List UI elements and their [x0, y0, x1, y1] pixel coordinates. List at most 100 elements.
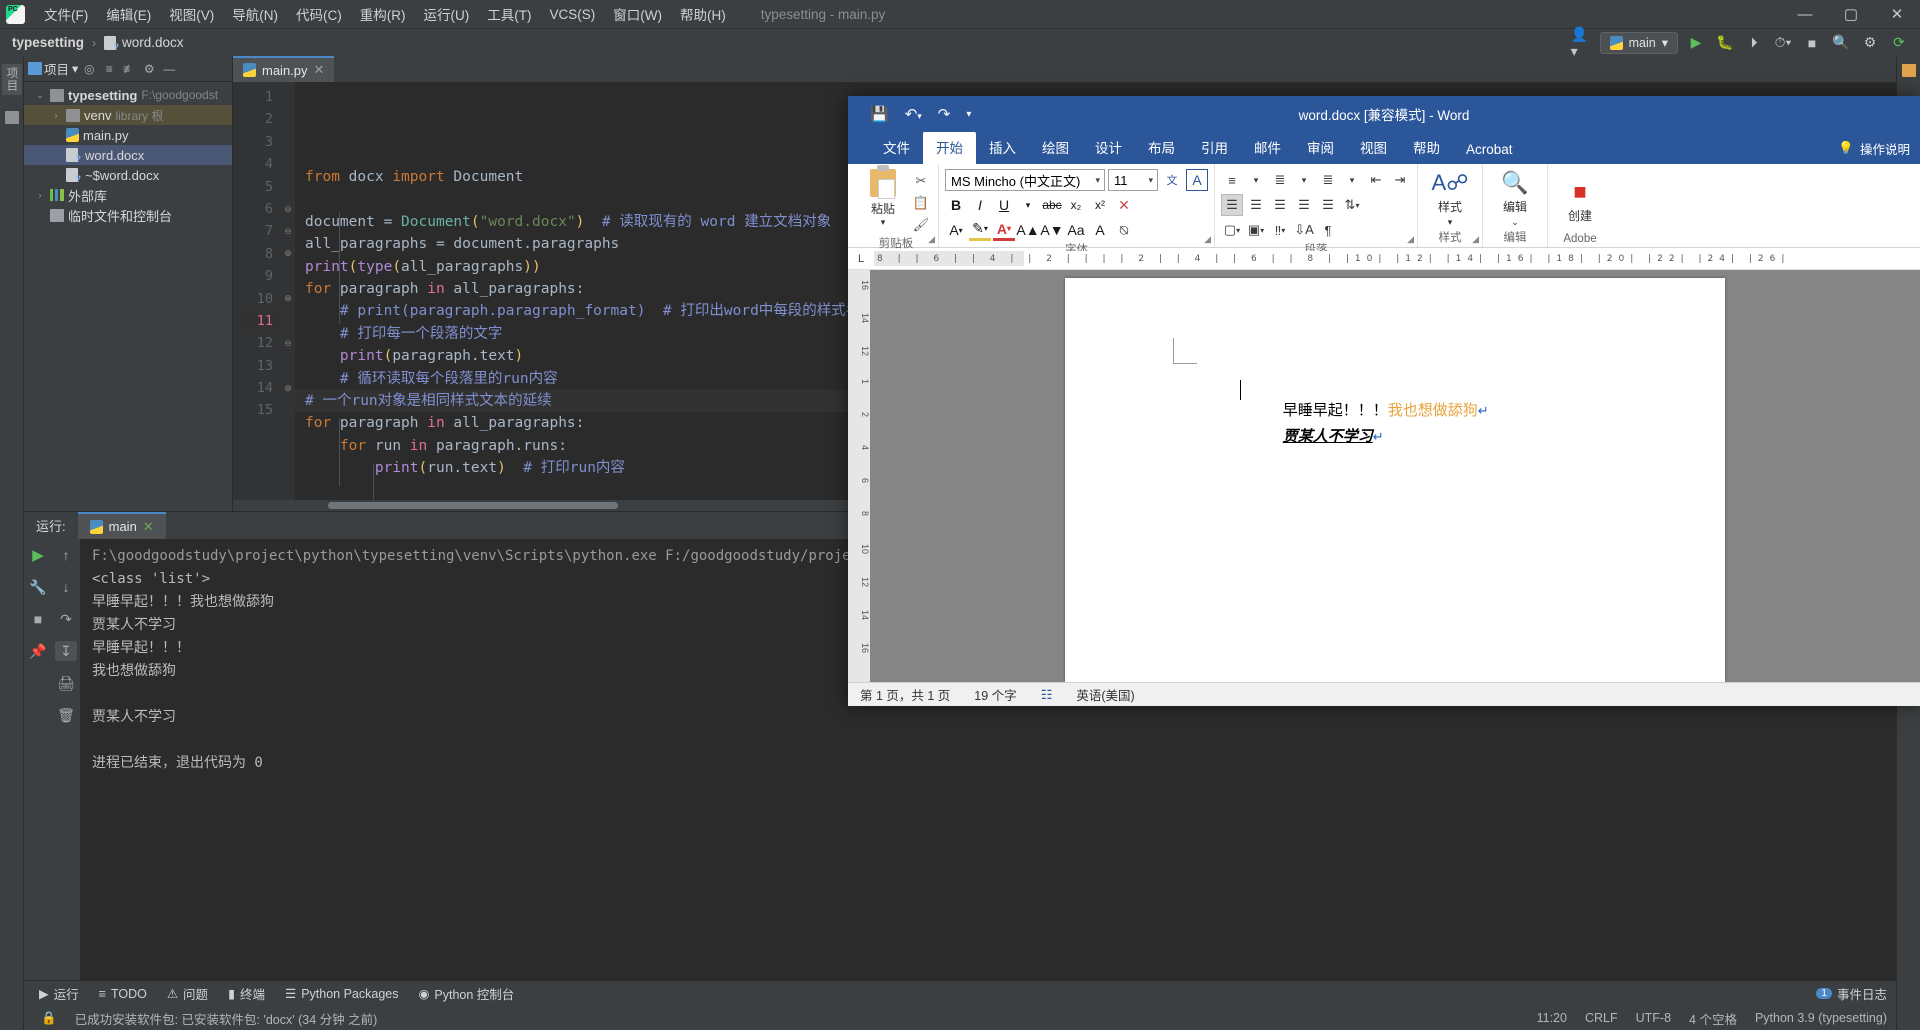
clipboard-dialog-launcher[interactable]: ◢: [928, 234, 935, 245]
breadcrumb-project[interactable]: typesetting: [12, 35, 84, 50]
cut-icon[interactable]: ✂: [910, 171, 932, 191]
create-pdf-button[interactable]: ■ 创建: [1554, 179, 1606, 224]
horizontal-ruler[interactable]: L 8 | | 6 | | 4 | | 2 | | | | 2 | | 4 | …: [848, 248, 1920, 270]
enclose-characters-icon[interactable]: ⍉: [1113, 219, 1135, 241]
hide-icon[interactable]: —: [160, 60, 178, 78]
tab-help[interactable]: 帮助: [1400, 131, 1453, 164]
line-number[interactable]: 13: [233, 355, 281, 377]
maximize-button[interactable]: ▢: [1828, 0, 1874, 28]
menu-refactor[interactable]: 重构(R): [351, 0, 415, 28]
character-shading-icon[interactable]: A: [1089, 219, 1111, 241]
customize-icon[interactable]: ▾: [966, 109, 971, 120]
bottom-tool-python-packages[interactable]: ☰Python Packages: [276, 983, 408, 1004]
status-indent[interactable]: 4 个空格: [1680, 1009, 1746, 1028]
bottom-tool-python-console[interactable]: ◉Python 控制台: [409, 981, 523, 1006]
tab-draw[interactable]: 绘图: [1029, 131, 1082, 164]
breadcrumb-file[interactable]: word.docx: [122, 35, 184, 50]
redo-icon[interactable]: ↷: [938, 105, 951, 123]
line-number[interactable]: 7: [233, 220, 281, 242]
phonetic-guide-icon[interactable]: 文: [1161, 169, 1183, 191]
tab-file[interactable]: 文件: [870, 131, 923, 164]
highlight-color-icon[interactable]: ✎▾: [969, 219, 991, 241]
format-painter-icon[interactable]: 🖌: [910, 215, 932, 235]
status-line-separator[interactable]: CRLF: [1576, 1011, 1627, 1025]
text-highlight-icon[interactable]: A▾: [945, 219, 967, 241]
scrollbar-thumb[interactable]: [328, 502, 618, 509]
document-line-2[interactable]: 贾某人不学习↵: [1241, 408, 1384, 463]
strikethrough-button[interactable]: abc: [1041, 194, 1063, 216]
chevron-down-icon[interactable]: ▾: [1148, 175, 1157, 186]
ruler-bar[interactable]: 8 | | 6 | | 4 | | 2 | | | | 2 | | 4 | | …: [874, 251, 1920, 266]
menu-file[interactable]: 文件(F): [35, 0, 97, 28]
run-configuration-selector[interactable]: main ▾: [1600, 32, 1678, 54]
line-number[interactable]: 1: [233, 86, 281, 108]
fold-toggle-icon[interactable]: ⊕: [281, 377, 295, 399]
align-right-icon[interactable]: ☰: [1269, 194, 1291, 216]
tab-selector-icon[interactable]: L: [848, 248, 874, 270]
font-family-input[interactable]: MS Mincho (中文正文) ▾: [945, 169, 1105, 191]
tree-item-venv[interactable]: › venv library 根: [24, 105, 232, 125]
up-icon[interactable]: ↑: [55, 545, 77, 565]
collapse-all-icon[interactable]: ≢: [120, 60, 138, 78]
chevron-down-icon[interactable]: ▾: [1245, 169, 1267, 191]
proofing-icon[interactable]: ☷: [1029, 687, 1065, 703]
numbering-icon[interactable]: ≣: [1269, 169, 1291, 191]
tab-home[interactable]: 开始: [923, 131, 976, 164]
select-opened-file-icon[interactable]: ◎: [80, 60, 98, 78]
font-color-icon[interactable]: A▾: [993, 219, 1015, 241]
profile-icon[interactable]: ⏱▾: [1772, 32, 1794, 54]
event-log-button[interactable]: 1 事件日志: [1807, 981, 1896, 1006]
stop-icon[interactable]: ■: [1801, 32, 1823, 54]
align-center-icon[interactable]: ☰: [1245, 194, 1267, 216]
trash-icon[interactable]: 🗑: [55, 705, 77, 725]
coverage-icon[interactable]: ⏵: [1743, 32, 1765, 54]
tab-design[interactable]: 设计: [1082, 131, 1135, 164]
distribute-icon[interactable]: ☰: [1317, 194, 1339, 216]
tree-item-external-libraries[interactable]: › 外部库: [24, 185, 232, 205]
line-spacing-icon[interactable]: ⇅▾: [1341, 194, 1363, 216]
chevron-down-icon[interactable]: ▾: [1293, 169, 1315, 191]
subscript-button[interactable]: x₂: [1065, 194, 1087, 216]
tab-references[interactable]: 引用: [1188, 131, 1241, 164]
document-page[interactable]: 早睡早起！！！我也想做舔狗↵ 贾某人不学习↵: [1065, 278, 1725, 682]
bold-button[interactable]: B: [945, 194, 967, 216]
menu-window[interactable]: 窗口(W): [604, 0, 671, 28]
print-icon[interactable]: 🖨: [55, 673, 77, 693]
settings-icon[interactable]: 🔧: [27, 577, 49, 597]
paragraph-dialog-launcher[interactable]: ◢: [1407, 234, 1414, 245]
bottom-tool-problems[interactable]: ⚠问题: [158, 981, 217, 1006]
tab-review[interactable]: 审阅: [1294, 131, 1347, 164]
superscript-button[interactable]: x²: [1089, 194, 1111, 216]
soft-wrap-icon[interactable]: ↷: [55, 609, 77, 629]
chevron-right-icon[interactable]: ›: [34, 190, 46, 200]
search-icon[interactable]: 🔍: [1830, 32, 1852, 54]
line-number[interactable]: 11: [233, 310, 281, 332]
menu-run[interactable]: 运行(U): [415, 0, 479, 28]
undo-icon[interactable]: ↶▾: [905, 105, 922, 123]
save-icon[interactable]: 💾: [870, 105, 889, 123]
line-number[interactable]: 8: [233, 243, 281, 265]
tool-window-project[interactable]: 项目: [2, 64, 22, 95]
editor-tab-main-py[interactable]: main.py ✕: [233, 56, 334, 82]
line-number[interactable]: 15: [233, 399, 281, 421]
minimize-button[interactable]: —: [1782, 0, 1828, 28]
increase-indent-icon[interactable]: ⇥: [1389, 169, 1411, 191]
language-indicator[interactable]: 英语(美国): [1064, 685, 1146, 704]
styles-dialog-launcher[interactable]: ◢: [1472, 234, 1479, 245]
line-number[interactable]: 6: [233, 198, 281, 220]
tab-acrobat[interactable]: Acrobat: [1453, 136, 1526, 164]
tab-view[interactable]: 视图: [1347, 131, 1400, 164]
underline-button[interactable]: U: [993, 194, 1015, 216]
page-scroll-area[interactable]: 早睡早起！！！我也想做舔狗↵ 贾某人不学习↵: [870, 270, 1920, 682]
change-case-icon[interactable]: Aa: [1065, 219, 1087, 241]
editing-button[interactable]: 🔍 编辑 ⌄: [1489, 170, 1541, 228]
font-dialog-launcher[interactable]: ◢: [1204, 234, 1211, 245]
menu-vcs[interactable]: VCS(S): [541, 3, 605, 26]
page-indicator[interactable]: 第 1 页，共 1 页: [848, 685, 962, 704]
tab-mailings[interactable]: 邮件: [1241, 131, 1294, 164]
styles-button[interactable]: A☍ 样式 ▾: [1424, 170, 1476, 228]
character-border-icon[interactable]: A: [1186, 169, 1208, 191]
line-number[interactable]: 14: [233, 377, 281, 399]
fold-toggle-icon[interactable]: ⊖: [281, 220, 295, 242]
close-icon[interactable]: ✕: [314, 62, 325, 78]
